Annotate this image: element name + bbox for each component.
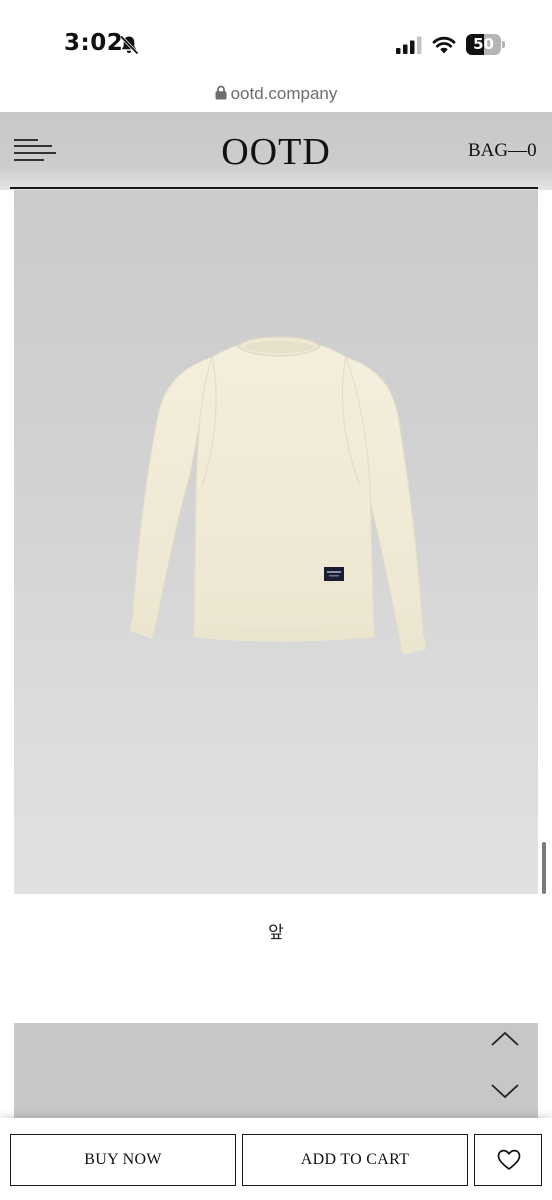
status-bar: 3:02 50 [0, 0, 552, 80]
sweater-image [130, 336, 426, 655]
buy-now-button[interactable]: BUY NOW [10, 1134, 236, 1186]
scrollbar-thumb[interactable] [542, 842, 546, 894]
url-text: ootd.company [230, 84, 338, 103]
chevron-up-icon[interactable] [490, 1030, 520, 1048]
lock-icon [215, 85, 227, 100]
bag-link[interactable]: BAG—0 [468, 140, 537, 162]
bag-count: 0 [527, 140, 537, 161]
battery-body: 50 [466, 34, 501, 55]
battery-cap [502, 41, 505, 48]
brand-logo[interactable]: OOTD [176, 130, 376, 174]
gallery-thumbnail-strip[interactable] [14, 1023, 538, 1123]
menu-icon[interactable] [14, 138, 58, 166]
chevron-down-icon[interactable] [490, 1082, 520, 1100]
image-caption: 앞 [268, 923, 284, 943]
signal-icon [396, 36, 422, 54]
bag-label: BAG [468, 140, 509, 161]
product-image[interactable] [14, 190, 538, 894]
header-divider [10, 187, 538, 189]
wifi-icon [432, 36, 456, 54]
status-time: 3:02 [64, 30, 124, 56]
heart-icon [497, 1149, 521, 1170]
url-bar[interactable]: ootd.company [0, 84, 552, 112]
sweater-patch [324, 567, 344, 581]
bell-muted-icon [119, 35, 139, 55]
battery-icon: 50 [466, 34, 506, 55]
bag-separator: — [508, 140, 528, 161]
wishlist-button[interactable] [474, 1134, 542, 1186]
add-to-cart-button[interactable]: ADD TO CART [242, 1134, 468, 1186]
battery-level: 50 [473, 35, 494, 53]
